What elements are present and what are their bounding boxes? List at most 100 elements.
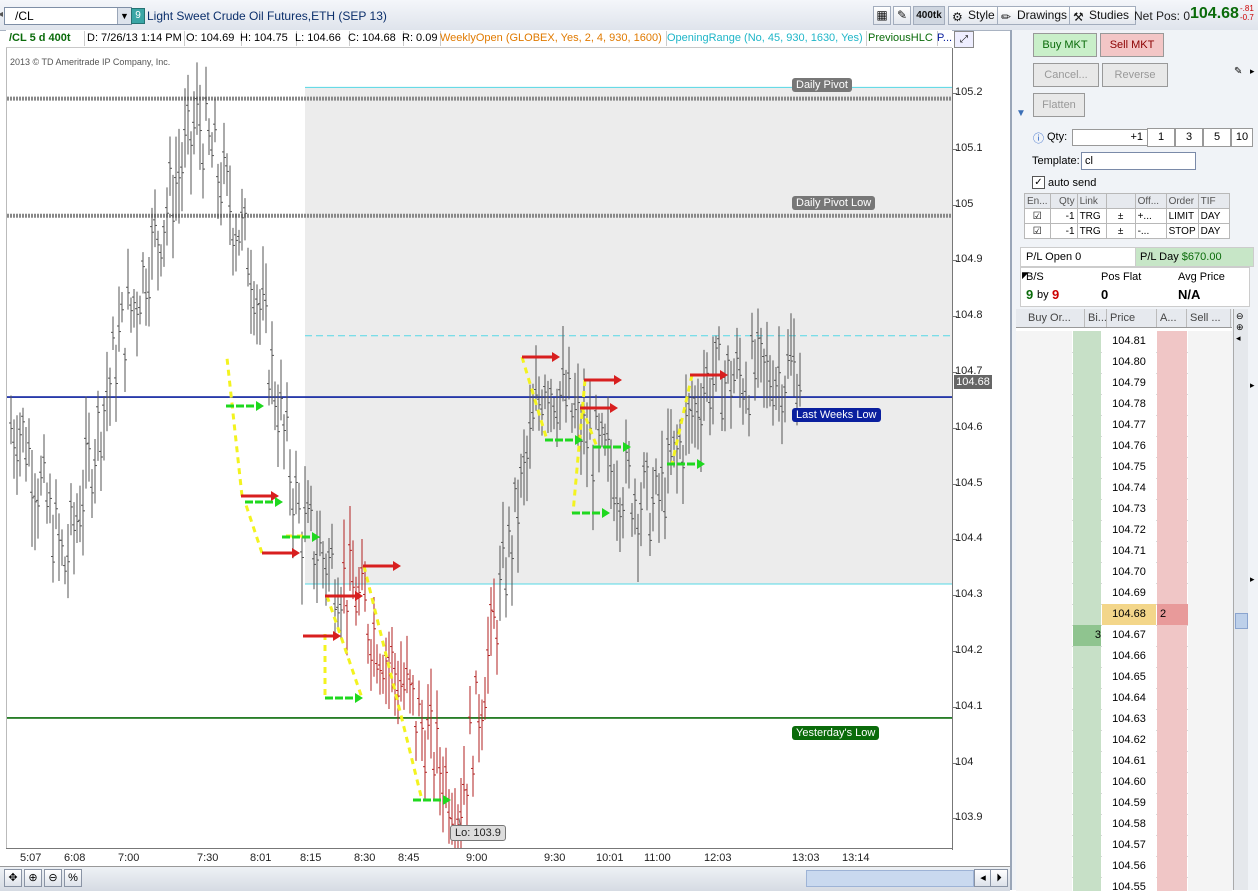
ladder-bid-cell[interactable] — [1073, 856, 1101, 877]
row2-link[interactable]: TRG — [1076, 223, 1107, 239]
ladder-ask-cell[interactable] — [1157, 520, 1187, 541]
ladder-row[interactable]: 104.79 — [1016, 373, 1232, 395]
ladder-sell-order-cell[interactable] — [1188, 436, 1232, 457]
row2-enabled-checkbox[interactable]: ☑ — [1024, 223, 1051, 239]
ladder-ask-cell[interactable]: 2 — [1157, 604, 1190, 625]
ladder-bid-cell[interactable] — [1073, 436, 1101, 457]
ladder-ask-cell[interactable] — [1157, 373, 1187, 394]
ladder-buy-order-cell[interactable] — [1016, 352, 1072, 373]
ladder-sell-order-cell[interactable] — [1188, 562, 1232, 583]
row1-offset[interactable]: +... — [1134, 208, 1167, 224]
row2-order[interactable]: STOP — [1165, 223, 1199, 239]
ladder-bid-cell[interactable] — [1073, 373, 1101, 394]
ladder-row[interactable]: 104.56 — [1016, 856, 1232, 878]
ladder-buy-order-cell[interactable] — [1016, 478, 1072, 499]
ladder-sell-order-cell[interactable] — [1188, 604, 1232, 625]
ladder-buy-order-cell[interactable] — [1016, 646, 1072, 667]
ladder-row[interactable]: 104.59 — [1016, 793, 1232, 815]
ladder-bid-cell[interactable] — [1073, 835, 1101, 856]
ladder-price-cell[interactable]: 104.78 — [1102, 394, 1156, 415]
row2-offset[interactable]: -... — [1134, 223, 1167, 239]
help-icon[interactable]: ⓘ — [1033, 130, 1044, 146]
ladder-zoom-icons[interactable]: ⊖ ⊕ ◂ — [1236, 311, 1244, 344]
ladder-row[interactable]: 104.61 — [1016, 751, 1232, 773]
percent-button[interactable]: % — [64, 869, 82, 887]
ladder-bid-cell[interactable] — [1073, 520, 1101, 541]
ladder-row[interactable]: 104.78 — [1016, 394, 1232, 416]
sell-market-button[interactable]: Sell MKT — [1100, 33, 1164, 57]
ladder-buy-order-cell[interactable] — [1016, 415, 1072, 436]
ladder-bid-cell[interactable] — [1073, 457, 1101, 478]
qty-preset-3[interactable]: 3 — [1175, 128, 1203, 147]
ladder-row[interactable]: 104.72 — [1016, 520, 1232, 542]
ladder-price-cell[interactable]: 104.76 — [1102, 436, 1156, 457]
ladder-row[interactable]: 104.68 2 — [1016, 604, 1232, 626]
ladder-sell-order-cell[interactable] — [1188, 583, 1232, 604]
ladder-ask-cell[interactable] — [1157, 667, 1187, 688]
ladder-sell-order-cell[interactable] — [1188, 457, 1232, 478]
ladder-ask-cell[interactable] — [1157, 562, 1187, 583]
ladder-sell-order-cell[interactable] — [1188, 394, 1232, 415]
tools-button[interactable]: ✎ — [893, 6, 911, 25]
ladder-ask-cell[interactable] — [1157, 751, 1187, 772]
ladder-header-sell-orders[interactable]: Sell ... — [1186, 309, 1231, 327]
ladder-price-cell[interactable]: 104.64 — [1102, 688, 1156, 709]
ladder-bid-cell[interactable] — [1073, 604, 1101, 625]
ladder-bid-cell[interactable] — [1073, 688, 1101, 709]
ladder-price-cell[interactable]: 104.55 — [1102, 877, 1156, 891]
row2-tif[interactable]: DAY — [1197, 223, 1230, 239]
ladder-ask-cell[interactable] — [1157, 814, 1187, 835]
ladder-bid-cell[interactable] — [1073, 352, 1101, 373]
aggregation-badge[interactable]: 400tk — [913, 6, 945, 25]
ladder-row[interactable]: 104.69 — [1016, 583, 1232, 605]
ladder-buy-order-cell[interactable] — [1016, 667, 1072, 688]
price-axis[interactable]: 105.2 105.1 105 104.9 104.8 104.7 104.6 104.5 10… — [952, 48, 1008, 850]
ladder-buy-order-cell[interactable] — [1016, 331, 1072, 352]
ladder-buy-order-cell[interactable] — [1016, 877, 1072, 891]
ladder-scroll-thumb[interactable] — [1235, 613, 1248, 629]
ladder-row[interactable]: 104.64 — [1016, 688, 1232, 710]
ladder-bid-cell[interactable] — [1073, 415, 1101, 436]
ladder-ask-cell[interactable] — [1157, 730, 1187, 751]
ladder-buy-order-cell[interactable] — [1016, 562, 1072, 583]
ladder-sell-order-cell[interactable] — [1188, 646, 1232, 667]
ladder-ask-cell[interactable] — [1157, 499, 1187, 520]
ladder-sell-order-cell[interactable] — [1188, 520, 1232, 541]
ladder-ask-cell[interactable] — [1157, 835, 1187, 856]
ladder-price-cell[interactable]: 104.68 — [1102, 604, 1156, 625]
ladder-price-cell[interactable]: 104.60 — [1102, 772, 1156, 793]
ladder-sell-order-cell[interactable] — [1188, 835, 1232, 856]
ladder-sell-order-cell[interactable] — [1188, 625, 1232, 646]
ladder-header-price[interactable]: Price — [1106, 309, 1157, 327]
ladder-scrollbar[interactable] — [1233, 309, 1248, 890]
time-axis[interactable]: 5:07 6:08 7:00 7:30 8:01 8:15 8:30 8:45 9:00 9:30… — [6, 848, 952, 867]
ladder-price-cell[interactable]: 104.80 — [1102, 352, 1156, 373]
time-scrollbar-thumb[interactable] — [806, 870, 974, 887]
panel-edge-arrow-icon-3[interactable]: ▸ — [1250, 574, 1255, 585]
ladder-price-cell[interactable]: 104.71 — [1102, 541, 1156, 562]
ladder-buy-order-cell[interactable] — [1016, 751, 1072, 772]
ladder-sell-order-cell[interactable] — [1188, 541, 1232, 562]
ladder-bid-cell[interactable] — [1073, 562, 1101, 583]
ladder-buy-order-cell[interactable] — [1016, 625, 1072, 646]
ladder-price-cell[interactable]: 104.65 — [1102, 667, 1156, 688]
ladder-row[interactable]: 104.65 — [1016, 667, 1232, 689]
ladder-buy-order-cell[interactable] — [1016, 772, 1072, 793]
ladder-bid-cell[interactable] — [1073, 814, 1101, 835]
zoom-in-button[interactable]: ⊕ — [24, 869, 42, 887]
ladder-sell-order-cell[interactable] — [1188, 373, 1232, 394]
ladder-buy-order-cell[interactable] — [1016, 436, 1072, 457]
qty-input[interactable]: +1 — [1072, 129, 1148, 146]
ladder-bid-cell[interactable] — [1073, 541, 1101, 562]
ladder-price-cell[interactable]: 104.66 — [1102, 646, 1156, 667]
panel-edge-arrow-icon[interactable]: ▸ — [1250, 66, 1255, 77]
ladder-price-cell[interactable]: 104.61 — [1102, 751, 1156, 772]
ladder-row[interactable]: 104.75 — [1016, 457, 1232, 479]
qty-preset-5[interactable]: 5 — [1203, 128, 1231, 147]
panel-edge-arrow-icon-2[interactable]: ▸ — [1250, 380, 1255, 391]
ladder-bid-cell[interactable] — [1073, 877, 1101, 891]
style-button[interactable]: ⚙ Style — [948, 6, 1003, 25]
ladder-bid-cell[interactable] — [1073, 667, 1101, 688]
ladder-price-cell[interactable]: 104.56 — [1102, 856, 1156, 877]
qty-preset-10[interactable]: 10 — [1231, 128, 1253, 147]
